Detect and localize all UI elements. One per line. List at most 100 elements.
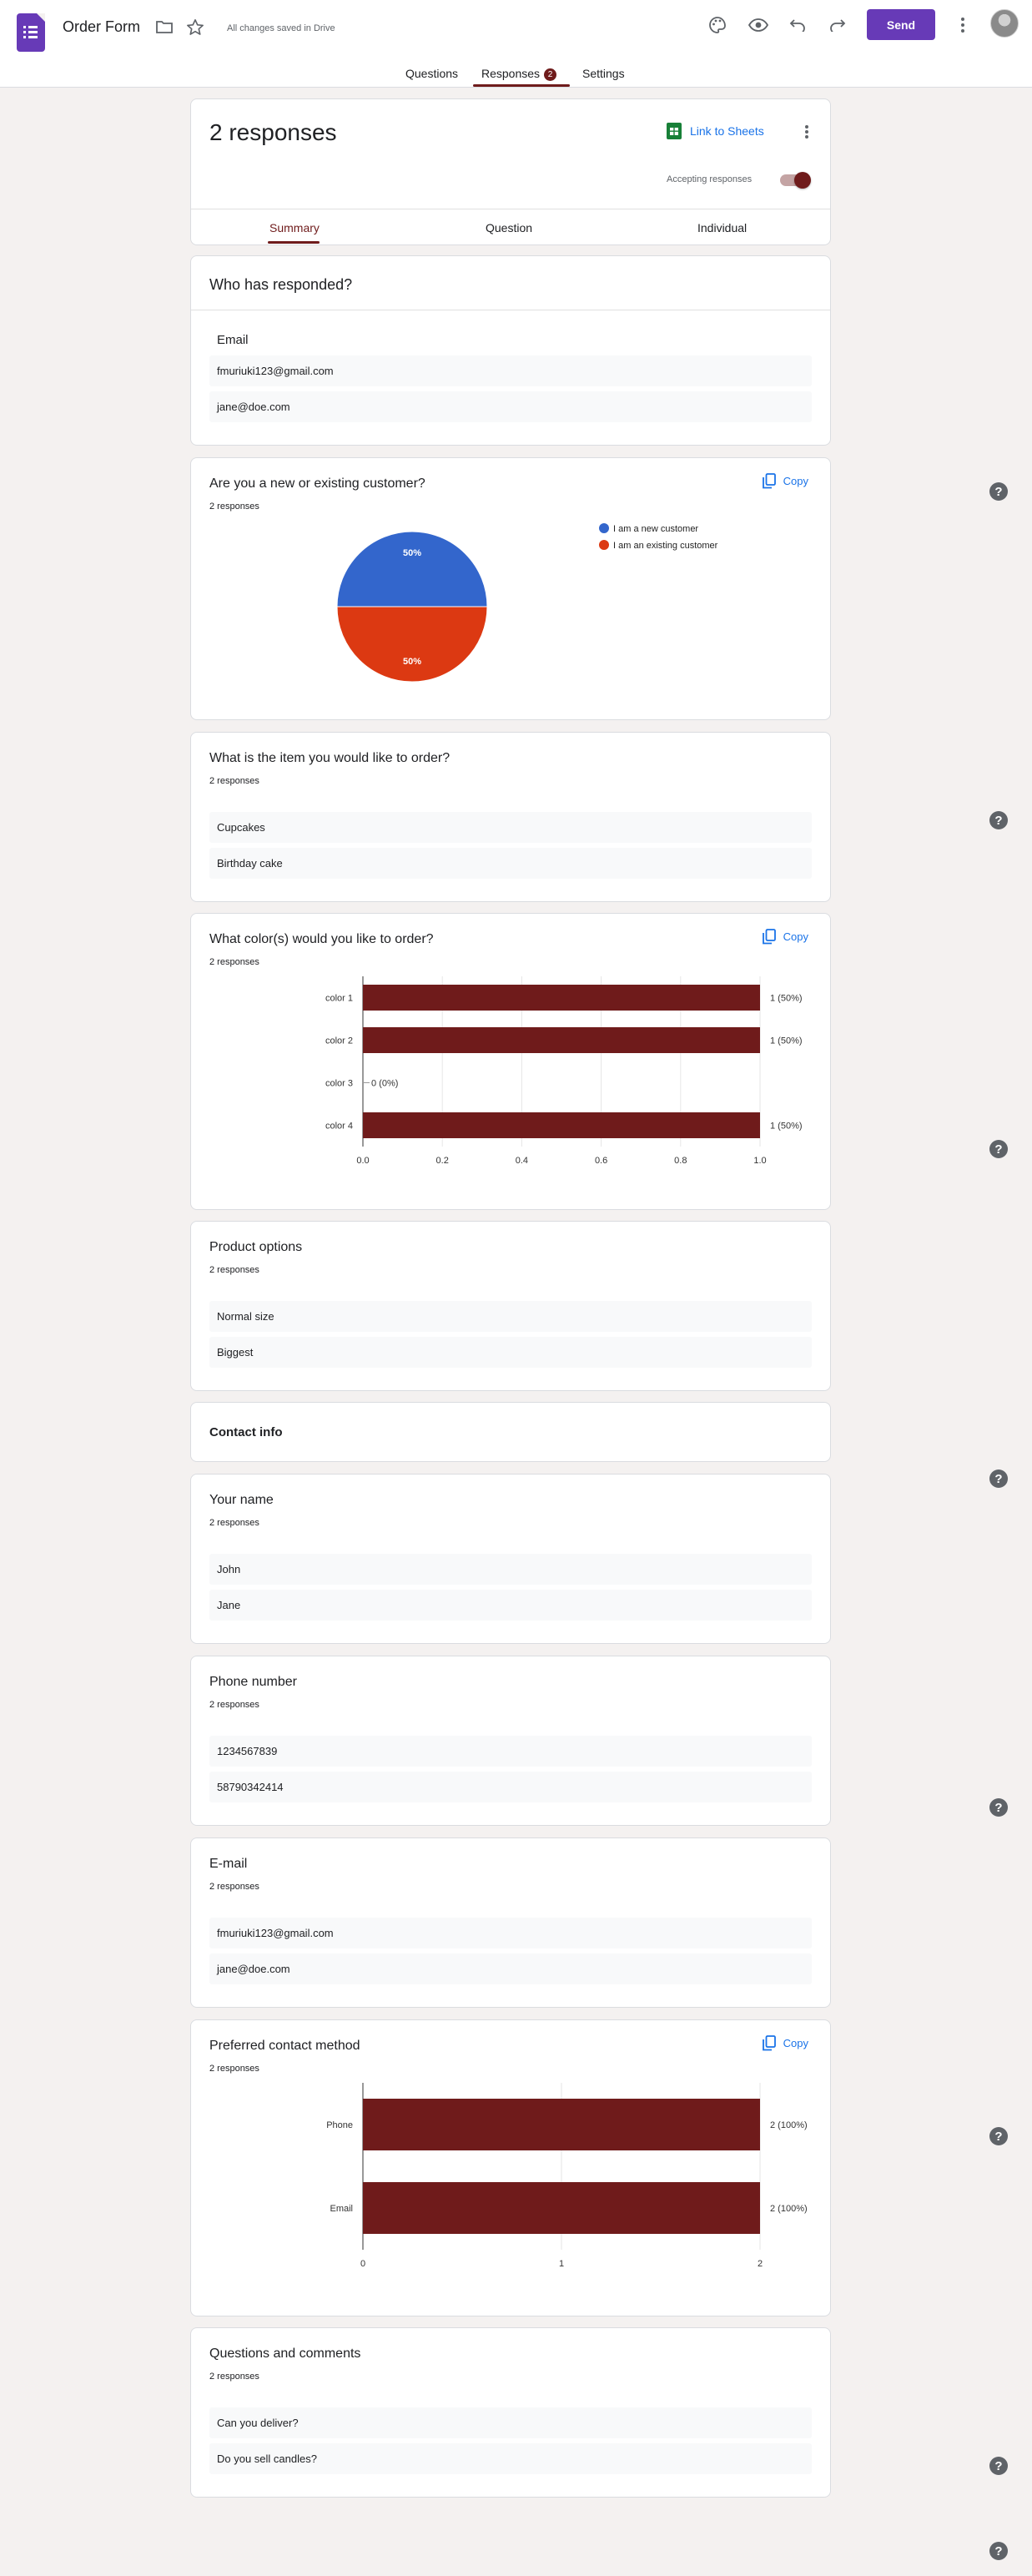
responses-summary-card: 2 responses Link to Sheets Accepting res… bbox=[190, 98, 831, 245]
who-responded-title: Who has responded? bbox=[209, 276, 353, 293]
question-title: Are you a new or existing customer? bbox=[209, 476, 425, 491]
answer-row: Jane bbox=[209, 1590, 812, 1621]
x-tick-label: 1.0 bbox=[753, 1156, 766, 1166]
answer-row: jane@doe.com bbox=[209, 1953, 812, 1984]
help-icon[interactable]: ? bbox=[989, 482, 1008, 501]
tab-responses[interactable]: Responses 2 bbox=[481, 67, 557, 81]
pie-chart: 50% 50% I am a new customer I am an existin… bbox=[336, 523, 718, 683]
respondent-email: fmuriuki123@gmail.com bbox=[209, 355, 812, 386]
help-icon[interactable]: ? bbox=[989, 2542, 1008, 2560]
save-status: All changes saved in Drive bbox=[227, 23, 335, 33]
folder-icon[interactable] bbox=[155, 18, 174, 35]
answer-row: Birthday cake bbox=[209, 848, 812, 879]
bar-value-label: 1 (50%) bbox=[770, 994, 803, 1004]
answer-row: 58790342414 bbox=[209, 1772, 812, 1802]
response-count: 2 responses bbox=[209, 1882, 259, 1892]
more-vert-icon[interactable] bbox=[954, 15, 971, 35]
answer-row: John bbox=[209, 1554, 812, 1585]
summary-more-icon[interactable] bbox=[800, 123, 813, 141]
subtab-question[interactable]: Question bbox=[486, 221, 532, 234]
pie-slice-label: 50% bbox=[403, 548, 421, 558]
help-icon[interactable]: ? bbox=[989, 1140, 1008, 1158]
help-icon[interactable]: ? bbox=[989, 2127, 1008, 2145]
bar bbox=[363, 1027, 760, 1053]
copy-label: Copy bbox=[783, 2037, 808, 2049]
answer-row: Biggest bbox=[209, 1337, 812, 1368]
subtab-individual[interactable]: Individual bbox=[697, 221, 747, 234]
help-icon[interactable]: ? bbox=[989, 1469, 1008, 1488]
bar bbox=[363, 2099, 760, 2150]
respondent-email: jane@doe.com bbox=[209, 391, 812, 422]
response-count: 2 responses bbox=[209, 502, 259, 512]
legend-swatch bbox=[599, 523, 609, 533]
x-tick-label: 0 bbox=[360, 2259, 365, 2269]
category-label: color 2 bbox=[325, 1036, 353, 1046]
answer-row: Cupcakes bbox=[209, 812, 812, 843]
question-card-item: What is the item you would like to order… bbox=[190, 732, 831, 902]
response-count: 2 responses bbox=[209, 2064, 259, 2074]
bar-value-label: 2 (100%) bbox=[770, 2204, 808, 2214]
x-tick-label: 0.0 bbox=[356, 1156, 369, 1166]
response-count: 2 responses bbox=[209, 1700, 259, 1710]
tab-questions[interactable]: Questions bbox=[405, 67, 458, 80]
accepting-responses-label: Accepting responses bbox=[667, 174, 753, 184]
response-count: 2 responses bbox=[209, 2372, 259, 2382]
response-count: 2 responses bbox=[209, 1518, 259, 1528]
pie-slice bbox=[336, 531, 488, 607]
forms-logo-icon[interactable] bbox=[17, 13, 45, 52]
palette-icon[interactable] bbox=[707, 15, 727, 35]
category-label: Phone bbox=[326, 2120, 353, 2130]
question-card-colors: What color(s) would you like to order? 2… bbox=[190, 913, 831, 1210]
x-tick-label: 0.8 bbox=[674, 1156, 687, 1166]
bar-value-label: 0 (0%) bbox=[371, 1079, 398, 1089]
question-card-product-options: Product options 2 responses Normal size … bbox=[190, 1221, 831, 1391]
question-card-comments: Questions and comments 2 responses Can y… bbox=[190, 2327, 831, 2498]
question-card-customer-type: Are you a new or existing customer? 2 re… bbox=[190, 457, 831, 720]
form-title[interactable]: Order Form bbox=[63, 18, 140, 36]
bar-value-label: 2 (100%) bbox=[770, 2120, 808, 2130]
copy-chart-button[interactable]: Copy bbox=[762, 2035, 808, 2051]
category-label: color 3 bbox=[325, 1079, 353, 1089]
legend-swatch bbox=[599, 540, 609, 550]
undo-icon[interactable] bbox=[788, 15, 808, 35]
category-label: color 1 bbox=[325, 994, 353, 1004]
section-card-contact-info: Contact info bbox=[190, 1402, 831, 1462]
pie-slice bbox=[336, 606, 488, 683]
redo-icon[interactable] bbox=[828, 15, 848, 35]
send-button[interactable]: Send bbox=[867, 9, 935, 40]
question-title: Your name bbox=[209, 1493, 274, 1507]
subtab-summary[interactable]: Summary bbox=[269, 221, 320, 234]
star-icon[interactable] bbox=[185, 18, 205, 36]
answer-row: Normal size bbox=[209, 1301, 812, 1332]
colors-bar-chart: 0.0 0.2 0.4 0.6 0.8 1.0 color 1 1 (50%) color 2 1… bbox=[325, 976, 803, 1166]
bar-value-label: 1 (50%) bbox=[770, 1122, 803, 1132]
answer-row: Can you deliver? bbox=[209, 2407, 812, 2438]
question-card-email: E-mail 2 responses fmuriuki123@gmail.com… bbox=[190, 1837, 831, 2008]
account-avatar[interactable] bbox=[990, 9, 1019, 38]
active-tab-indicator bbox=[473, 84, 570, 87]
copy-chart-button[interactable]: Copy bbox=[762, 929, 808, 945]
help-icon[interactable]: ? bbox=[989, 2457, 1008, 2475]
sheets-icon bbox=[667, 123, 682, 139]
email-column-label: Email bbox=[217, 333, 249, 347]
response-count: 2 responses bbox=[209, 776, 259, 786]
accepting-responses-toggle[interactable] bbox=[780, 172, 812, 189]
link-to-sheets-button[interactable]: Link to Sheets bbox=[667, 123, 764, 139]
copy-chart-button[interactable]: Copy bbox=[762, 473, 808, 489]
copy-label: Copy bbox=[783, 475, 808, 487]
preview-eye-icon[interactable] bbox=[748, 15, 769, 35]
question-card-name: Your name 2 responses John Jane bbox=[190, 1474, 831, 1644]
question-card-phone: Phone number 2 responses 1234567839 5879… bbox=[190, 1656, 831, 1826]
form-tabs: Questions Responses 2 Settings bbox=[0, 63, 1032, 87]
responses-count-badge: 2 bbox=[544, 68, 557, 81]
tab-responses-label: Responses bbox=[481, 67, 541, 80]
tab-settings[interactable]: Settings bbox=[582, 67, 625, 80]
copy-icon bbox=[762, 2035, 776, 2051]
response-count: 2 responses bbox=[209, 1265, 259, 1275]
help-icon[interactable]: ? bbox=[989, 1798, 1008, 1817]
x-tick-label: 1 bbox=[559, 2259, 564, 2269]
legend-label: I am an existing customer bbox=[613, 541, 718, 551]
copy-icon bbox=[762, 473, 776, 489]
question-title: Preferred contact method bbox=[209, 2039, 360, 2053]
help-icon[interactable]: ? bbox=[989, 811, 1008, 829]
